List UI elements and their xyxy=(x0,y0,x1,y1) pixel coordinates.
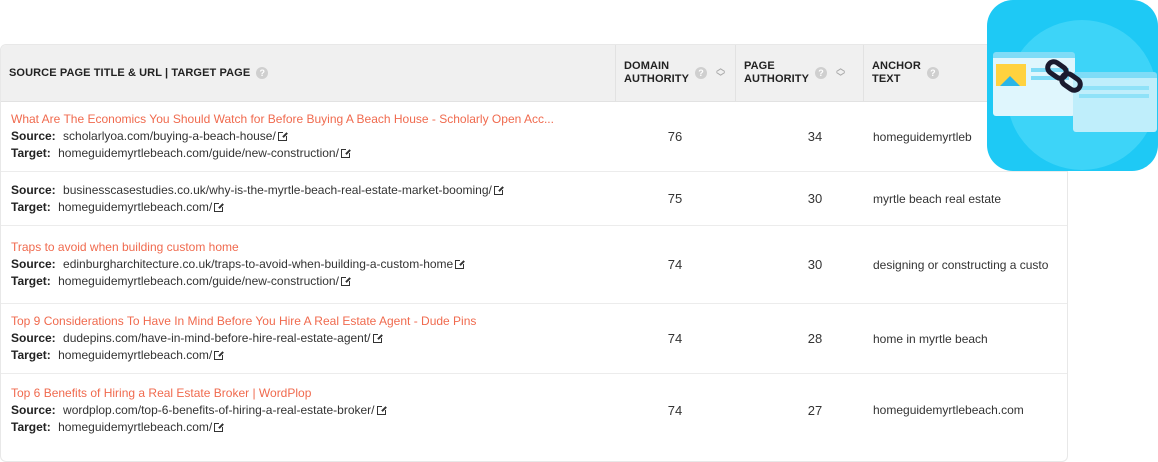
column-header-anchor-text-label: ANCHOR TEXT xyxy=(872,60,921,85)
chain-link-icon xyxy=(1045,59,1083,93)
external-link-icon[interactable] xyxy=(376,404,387,415)
anchor-text-value: home in myrtle beach xyxy=(873,331,988,346)
target-line: Target: homeguidemyrtlebeach.com/guide/n… xyxy=(11,273,615,290)
page-authority-value: 34 xyxy=(807,129,823,144)
column-header-source: SOURCE PAGE TITLE & URL | TARGET PAGE ? xyxy=(1,45,615,101)
target-label: Target: xyxy=(11,146,51,160)
source-label: Source: xyxy=(11,129,56,143)
table-header: SOURCE PAGE TITLE & URL | TARGET PAGE ? … xyxy=(1,45,1067,102)
external-link-icon[interactable] xyxy=(493,184,504,195)
external-link-icon[interactable] xyxy=(372,333,383,343)
source-label: Source: xyxy=(11,402,56,417)
page-authority-value: 27 xyxy=(807,402,823,418)
domain-authority-value: 74 xyxy=(667,402,683,418)
page-authority-value: 28 xyxy=(807,331,823,346)
anchor-text-value: designing or constructing a custo xyxy=(873,257,1049,272)
source-cell: Traps to avoid when building custom home… xyxy=(1,226,615,303)
help-icon[interactable]: ? xyxy=(695,67,708,79)
source-url-link[interactable]: scholarlyoa.com/buying-a-beach-house/ xyxy=(63,129,276,143)
target-url-link[interactable]: homeguidemyrtlebeach.com/guide/new-const… xyxy=(58,274,339,288)
external-link-icon[interactable] xyxy=(214,350,225,360)
table-row: Source: businesscasestudies.co.uk/why-is… xyxy=(1,172,1067,226)
source-page-title-link[interactable]: Top 9 Considerations To Have In Mind Bef… xyxy=(11,313,615,330)
column-header-page-authority-label: PAGE AUTHORITY xyxy=(744,60,810,85)
table-body: What Are The Economics You Should Watch … xyxy=(1,102,1067,446)
domain-authority-value: 75 xyxy=(667,191,683,206)
external-link-icon[interactable] xyxy=(340,148,351,158)
help-icon[interactable]: ? xyxy=(256,67,269,79)
table-row: What Are The Economics You Should Watch … xyxy=(1,102,1067,172)
target-url-link[interactable]: homeguidemyrtlebeach.com/ xyxy=(58,420,212,434)
source-line: Source: dudepins.com/have-in-mind-before… xyxy=(11,330,615,347)
source-line: Source: edinburgharchitecture.co.uk/trap… xyxy=(11,256,615,273)
source-url-link[interactable]: businesscasestudies.co.uk/why-is-the-myr… xyxy=(63,183,492,197)
help-icon[interactable]: ? xyxy=(815,67,828,79)
target-line: Target: homeguidemyrtlebeach.com/guide/n… xyxy=(11,145,615,162)
source-label: Source: xyxy=(11,331,56,345)
target-label: Target: xyxy=(11,199,51,214)
page-authority-value: 30 xyxy=(807,191,823,206)
source-url-link[interactable]: edinburgharchitecture.co.uk/traps-to-avo… xyxy=(63,257,453,271)
backlinks-app-icon xyxy=(987,0,1158,171)
help-icon[interactable]: ? xyxy=(926,67,939,79)
source-cell: What Are The Economics You Should Watch … xyxy=(1,102,615,171)
target-line: Target: homeguidemyrtlebeach.com/ xyxy=(11,419,615,436)
column-header-page-authority[interactable]: PAGE AUTHORITY ? ︿ ﹀ xyxy=(735,45,863,101)
source-page-title-link[interactable]: What Are The Economics You Should Watch … xyxy=(11,111,615,128)
sort-arrows-icon[interactable]: ︿ ﹀ xyxy=(836,64,845,82)
table-row: Top 6 Benefits of Hiring a Real Estate B… xyxy=(1,374,1067,446)
source-cell: Top 9 Considerations To Have In Mind Bef… xyxy=(1,304,615,373)
domain-authority-value: 76 xyxy=(667,129,683,144)
target-line: Target: homeguidemyrtlebeach.com/ xyxy=(11,347,615,364)
source-line: Source: businesscasestudies.co.uk/why-is… xyxy=(11,182,615,199)
source-cell: Top 6 Benefits of Hiring a Real Estate B… xyxy=(1,374,615,446)
external-link-icon[interactable] xyxy=(277,131,288,141)
external-link-icon[interactable] xyxy=(455,259,466,269)
sort-arrows-icon[interactable]: ︿ ﹀ xyxy=(716,64,725,82)
source-label: Source: xyxy=(11,257,56,271)
source-page-title-link[interactable]: Top 6 Benefits of Hiring a Real Estate B… xyxy=(11,385,615,402)
source-line: Source: scholarlyoa.com/buying-a-beach-h… xyxy=(11,128,615,145)
page-authority-value: 30 xyxy=(807,257,823,272)
source-url-link[interactable]: dudepins.com/have-in-mind-before-hire-re… xyxy=(63,331,371,345)
table-row: Traps to avoid when building custom home… xyxy=(1,226,1067,304)
source-line: Source: wordplop.com/top-6-benefits-of-h… xyxy=(11,402,615,419)
column-header-domain-authority-label: DOMAIN AUTHORITY xyxy=(624,60,690,85)
target-url-link[interactable]: homeguidemyrtlebeach.com/ xyxy=(58,348,212,362)
target-line: Target: homeguidemyrtlebeach.com/ xyxy=(11,199,615,216)
anchor-text-value: homeguidemyrtlebeach.com xyxy=(873,403,1024,417)
column-header-source-label: SOURCE PAGE TITLE & URL | TARGET PAGE xyxy=(9,67,251,79)
target-label: Target: xyxy=(11,419,51,434)
domain-authority-value: 74 xyxy=(667,331,683,346)
target-url-link[interactable]: homeguidemyrtlebeach.com/ xyxy=(58,200,212,214)
external-link-icon[interactable] xyxy=(340,276,351,286)
table-row: Top 9 Considerations To Have In Mind Bef… xyxy=(1,304,1067,374)
domain-authority-value: 74 xyxy=(667,257,683,272)
browser-window-icon xyxy=(1073,72,1157,132)
target-label: Target: xyxy=(11,348,51,362)
column-header-domain-authority[interactable]: DOMAIN AUTHORITY ? ︿ ﹀ xyxy=(615,45,735,101)
source-label: Source: xyxy=(11,182,56,197)
target-url-link[interactable]: homeguidemyrtlebeach.com/guide/new-const… xyxy=(58,146,339,160)
external-link-icon[interactable] xyxy=(214,421,225,432)
source-url-link[interactable]: wordplop.com/top-6-benefits-of-hiring-a-… xyxy=(63,403,374,417)
source-page-title-link[interactable]: Traps to avoid when building custom home xyxy=(11,239,615,256)
external-link-icon[interactable] xyxy=(214,201,225,212)
backlinks-table: SOURCE PAGE TITLE & URL | TARGET PAGE ? … xyxy=(0,44,1068,462)
anchor-text-value: myrtle beach real estate xyxy=(873,191,1002,206)
target-label: Target: xyxy=(11,274,51,288)
source-cell: Source: businesscasestudies.co.uk/why-is… xyxy=(1,172,615,225)
